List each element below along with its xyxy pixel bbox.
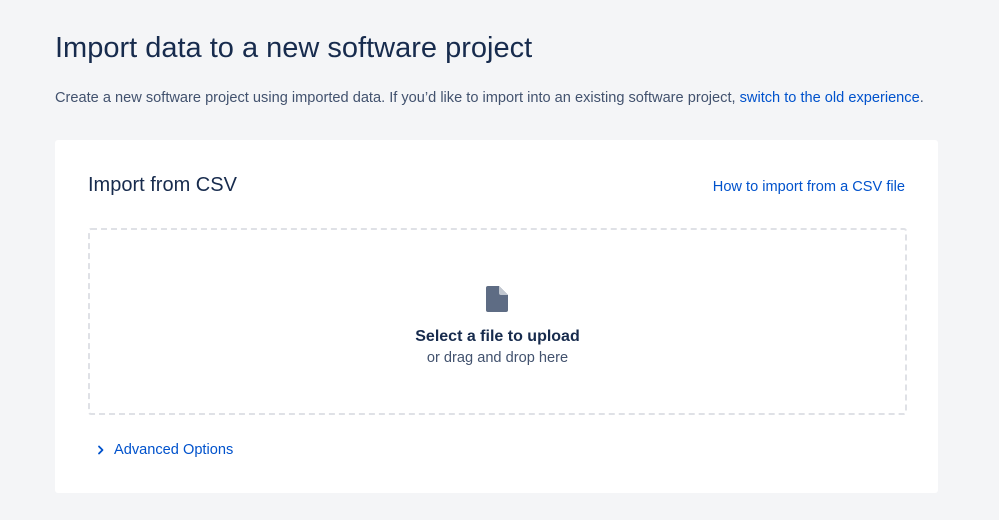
select-file-text[interactable]: Select a file to upload <box>90 327 905 347</box>
switch-old-experience-link[interactable]: switch to the old experience <box>740 90 920 106</box>
advanced-options-toggle[interactable]: Advanced Options <box>95 440 233 460</box>
card-title: Import from CSV <box>88 174 237 196</box>
page-title: Import data to a new software project <box>55 32 533 64</box>
file-dropzone[interactable]: Select a file to upload or drag and drop… <box>88 228 907 415</box>
drag-drop-hint: or drag and drop here <box>426 350 569 366</box>
subtitle-text: Create a new software project using impo… <box>55 90 740 106</box>
advanced-options-label: Advanced Options <box>114 442 234 458</box>
subtitle-end: . <box>919 90 924 106</box>
page-subtitle: Create a new software project using impo… <box>55 88 924 108</box>
file-icon <box>486 286 508 312</box>
csv-help-link[interactable]: How to import from a CSV file <box>713 177 905 197</box>
import-card: Import from CSV How to import from a CSV… <box>55 140 938 493</box>
chevron-right-icon <box>98 445 104 455</box>
